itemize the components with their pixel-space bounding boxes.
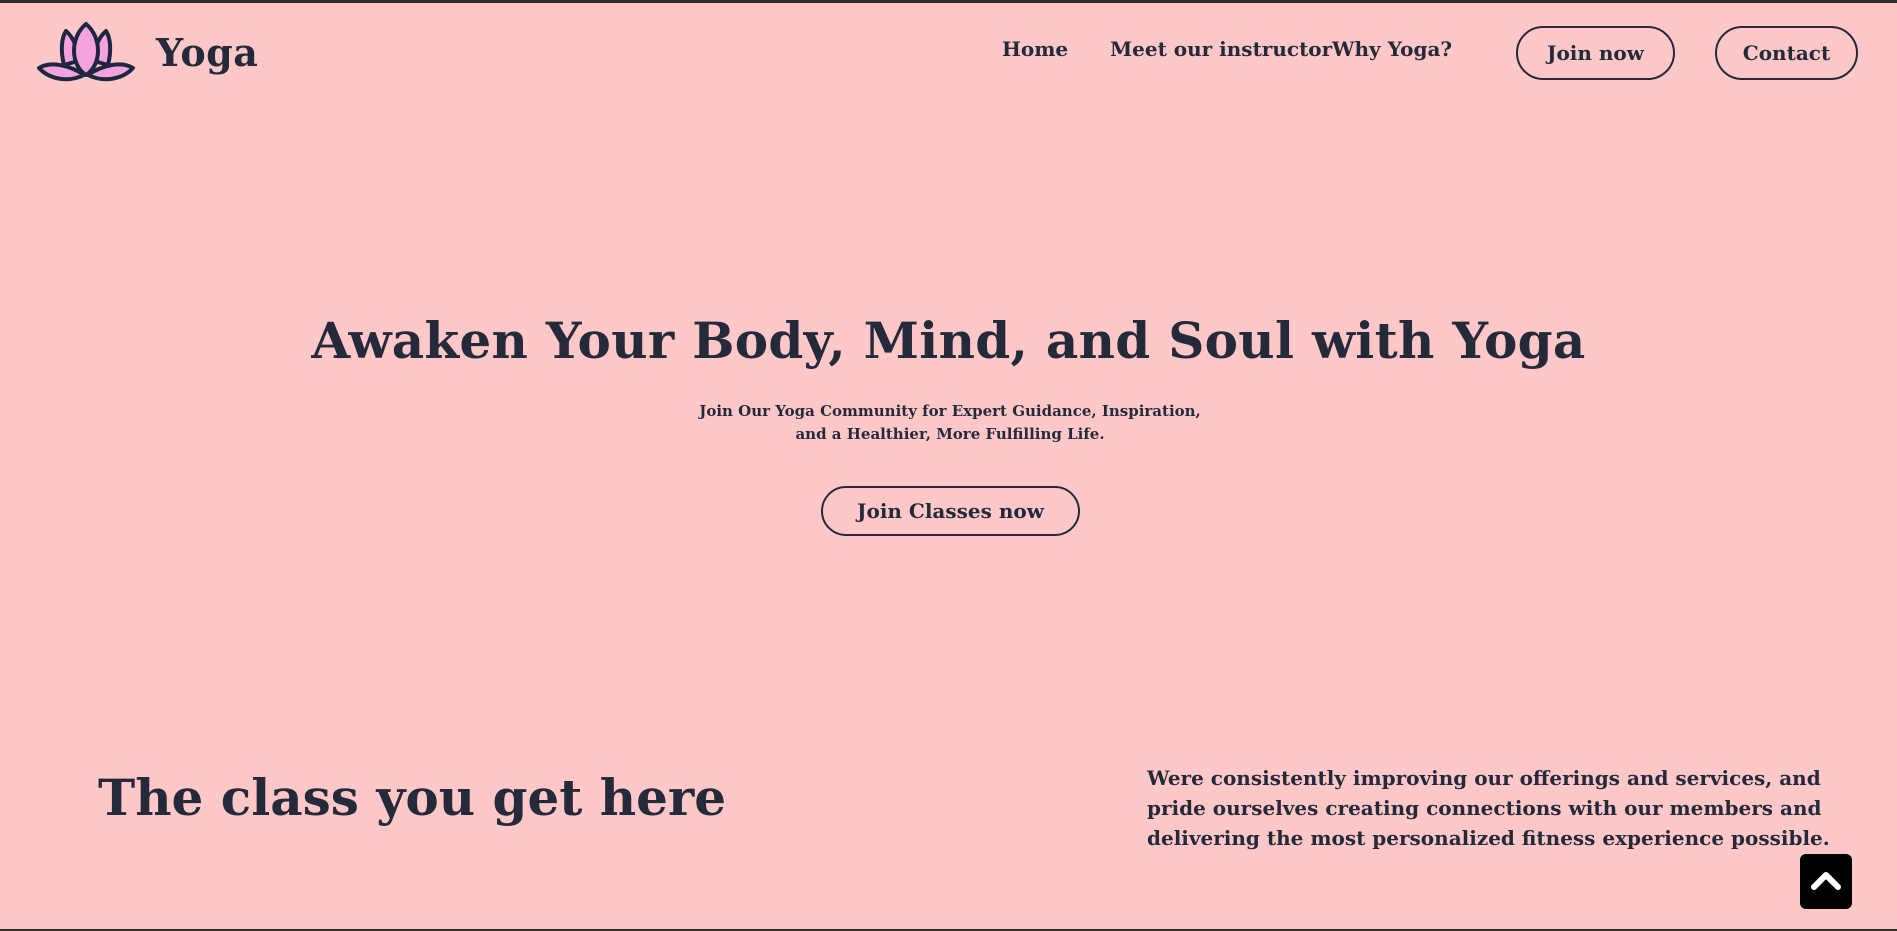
chevron-up-icon xyxy=(1810,869,1842,894)
classes-description: Were consistently improving our offering… xyxy=(1147,766,1830,850)
navbar: Yoga Home Meet our instructor Why Yoga? … xyxy=(0,3,1897,103)
classes-title: The class you get here xyxy=(98,768,727,827)
scroll-to-top-button[interactable] xyxy=(1800,854,1852,909)
hero-subtitle: Join Our Yoga Community for Expert Guida… xyxy=(699,402,1201,443)
hero-title: Awaken Your Body, Mind, and Soul with Yo… xyxy=(311,311,1586,370)
brand-name: Yoga xyxy=(156,29,259,75)
nav-link-home[interactable]: Home xyxy=(1002,37,1068,61)
contact-button[interactable]: Contact xyxy=(1715,26,1858,80)
brand-logo-link[interactable]: Yoga xyxy=(36,21,258,87)
nav-link-meet-our-instructor[interactable]: Meet our instructor xyxy=(1110,37,1332,61)
lotus-icon xyxy=(36,21,136,87)
join-classes-button[interactable]: Join Classes now xyxy=(821,486,1080,536)
nav-link-why-yoga[interactable]: Why Yoga? xyxy=(1332,37,1452,61)
join-now-button[interactable]: Join now xyxy=(1516,26,1675,80)
